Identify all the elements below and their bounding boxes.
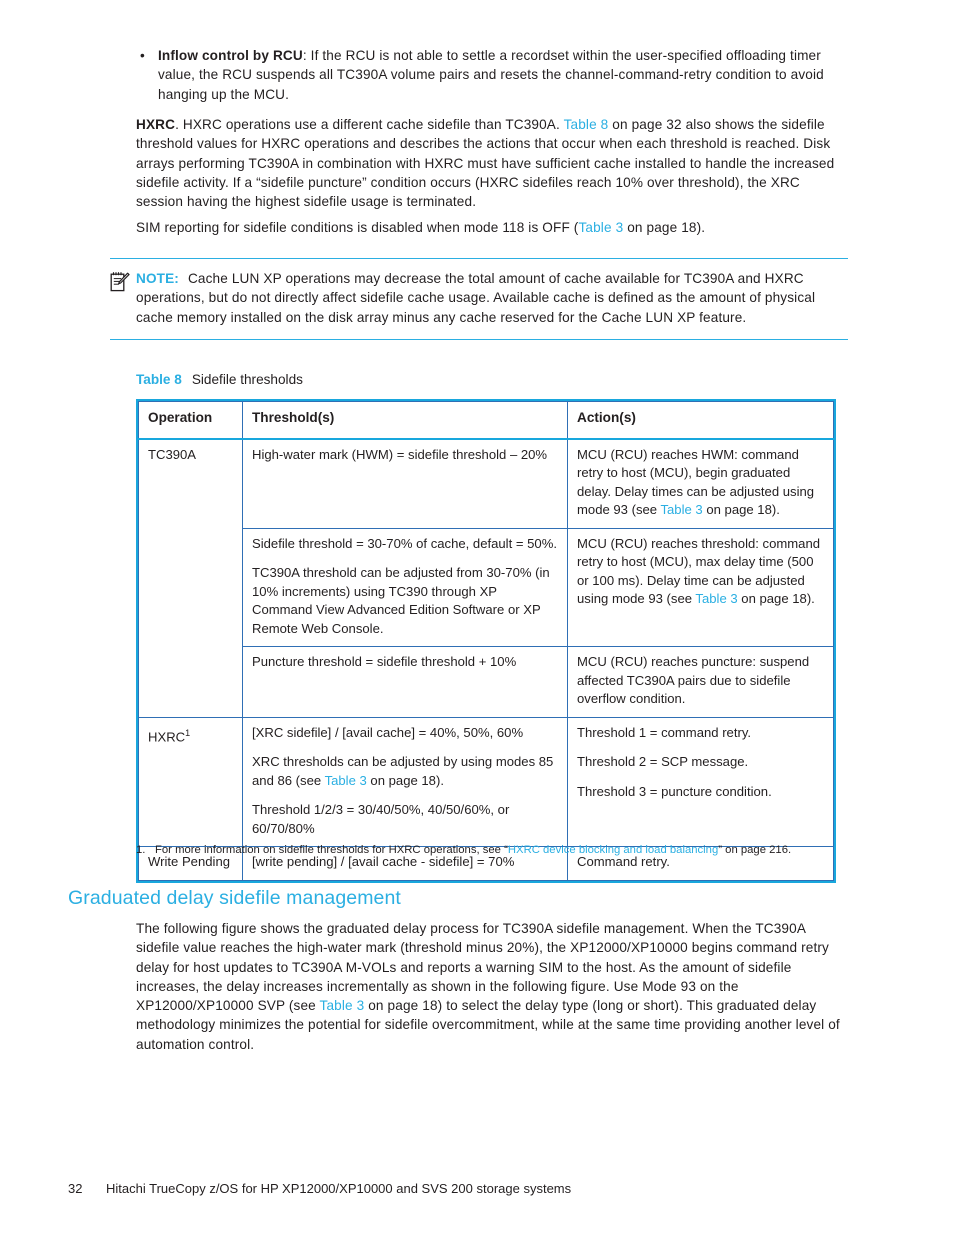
- column-header-actions: Action(s): [567, 401, 834, 440]
- threshold-paragraph: High-water mark (HWM) = sidefile thresho…: [252, 446, 548, 462]
- bullet-list: • Inflow control by RCU: If the RCU is n…: [136, 46, 848, 104]
- document-page: • Inflow control by RCU: If the RCU is n…: [0, 0, 954, 1235]
- table-caption-label: Table 8: [136, 372, 182, 387]
- table-row: Puncture threshold = sidefile threshold …: [139, 646, 834, 718]
- column-header-operation: Operation: [138, 401, 243, 440]
- action-paragraph: MCU (RCU) reaches HWM: command retry to …: [577, 446, 824, 520]
- cross-reference-link-table3-row1[interactable]: Table 3: [660, 502, 702, 517]
- threshold-paragraph: [XRC sidefile] / [avail cache] = 40%, 50…: [252, 724, 524, 740]
- page-number: 32: [68, 1181, 83, 1196]
- footnote-part2: ” on page 216.: [718, 844, 792, 856]
- threshold-paragraph: Threshold 1/2/3 = 30/40/50%, 40/50/60%, …: [252, 802, 510, 836]
- note-clipboard-icon: [110, 269, 136, 298]
- cell-threshold-sidefile: Sidefile threshold = 30-70% of cache, de…: [242, 527, 568, 647]
- bullet-marker: •: [140, 48, 145, 63]
- cell-operation-hxrc: HXRC1: [138, 716, 243, 847]
- cross-reference-link-table3-closing[interactable]: Table 3: [320, 998, 365, 1013]
- action-paragraph: MCU (RCU) reaches threshold: command ret…: [577, 535, 824, 609]
- threshold-paragraph: Sidefile threshold = 30-70% of cache, de…: [252, 535, 557, 551]
- table-header-row: Operation Threshold(s) Action(s): [138, 401, 834, 440]
- cell-action-puncture: MCU (RCU) reaches puncture: suspend affe…: [567, 646, 834, 718]
- cross-reference-link-hxrc-device-blocking[interactable]: HXRC device blocking and load balancing: [508, 844, 718, 856]
- section-heading: Graduated delay sidefile management: [68, 887, 401, 909]
- paragraph-graduated-delay: The following figure shows the graduated…: [136, 919, 848, 1054]
- note-content: NOTE: Cache LUN XP operations may decreas…: [136, 269, 848, 327]
- action-paragraph: Threshold 3 = puncture condition.: [577, 783, 772, 799]
- note-bottom-rule: [110, 338, 848, 340]
- table-row: Sidefile threshold = 30-70% of cache, de…: [139, 527, 834, 647]
- threshold-part2: on page 18).: [366, 772, 444, 788]
- threshold-paragraph: XRC thresholds can be adjusted by using …: [252, 753, 558, 790]
- hxrc-part1: . HXRC operations use a different cache …: [175, 117, 564, 132]
- page-footer: 32 Hitachi TrueCopy z/OS for HP XP12000/…: [68, 1181, 571, 1196]
- sim-part1: SIM reporting for sidefile conditions is…: [136, 220, 579, 235]
- paragraph-hxrc: HXRC. HXRC operations use a different ca…: [136, 115, 848, 211]
- footer-title: Hitachi TrueCopy z/OS for HP XP12000/XP1…: [106, 1181, 572, 1196]
- action-paragraph: Threshold 1 = command retry.: [577, 724, 752, 740]
- list-item: • Inflow control by RCU: If the RCU is n…: [136, 46, 848, 104]
- note-label: NOTE:: [136, 271, 179, 286]
- hxrc-lead-bold: HXRC: [136, 117, 176, 132]
- cell-action-hwm: MCU (RCU) reaches HWM: command retry to …: [567, 438, 834, 529]
- action-part2: on page 18).: [702, 502, 780, 517]
- column-header-thresholds: Threshold(s): [242, 401, 568, 440]
- cell-threshold-hxrc: [XRC sidefile] / [avail cache] = 40%, 50…: [242, 716, 568, 847]
- note-text: Cache LUN XP operations may decrease the…: [136, 271, 816, 325]
- action-paragraph: MCU (RCU) reaches puncture: suspend affe…: [577, 654, 810, 706]
- cross-reference-link-table3-sim[interactable]: Table 3: [578, 220, 623, 235]
- footnote-text: For more information on sidefile thresho…: [155, 843, 836, 858]
- footnote-marker[interactable]: 1: [185, 728, 190, 738]
- cell-action-threshold: MCU (RCU) reaches threshold: command ret…: [567, 527, 834, 647]
- table-caption: Table 8 Sidefile thresholds: [136, 372, 303, 387]
- sidefile-thresholds-table: Operation Threshold(s) Action(s) TC390A …: [136, 399, 836, 883]
- cross-reference-link-table3-hxrc[interactable]: Table 3: [325, 773, 367, 788]
- threshold-paragraph: Puncture threshold = sidefile threshold …: [252, 654, 517, 669]
- cell-threshold-hwm: High-water mark (HWM) = sidefile thresho…: [242, 438, 568, 529]
- cross-reference-link-table3-row2[interactable]: Table 3: [695, 591, 737, 606]
- table-caption-text: Sidefile thresholds: [191, 372, 303, 387]
- footnote-part1: For more information on sidefile thresho…: [155, 844, 508, 856]
- bullet-item-text: Inflow control by RCU: If the RCU is not…: [158, 46, 848, 104]
- table-row: HXRC1 [XRC sidefile] / [avail cache] = 4…: [138, 716, 834, 847]
- sim-part2: on page 18).: [623, 220, 706, 235]
- table-footnote: 1. For more information on sidefile thre…: [136, 843, 836, 858]
- cell-threshold-puncture: Puncture threshold = sidefile threshold …: [242, 646, 568, 718]
- cross-reference-link-table8[interactable]: Table 8: [564, 117, 609, 132]
- paragraph-sim: SIM reporting for sidefile conditions is…: [136, 218, 848, 237]
- action-paragraph: Threshold 2 = SCP message.: [577, 754, 749, 769]
- cell-operation-tc390a: TC390A: [138, 438, 243, 718]
- operation-label: HXRC: [148, 728, 186, 744]
- table-row: TC390A High-water mark (HWM) = sidefile …: [138, 438, 834, 718]
- footnote-number: 1.: [136, 844, 146, 856]
- action-part2: on page 18).: [737, 591, 815, 606]
- threshold-paragraph: TC390A threshold can be adjusted from 30…: [252, 565, 550, 636]
- cell-action-hxrc: Threshold 1 = command retry. Threshold 2…: [567, 716, 834, 847]
- note-body: NOTE: Cache LUN XP operations may decreas…: [110, 259, 848, 327]
- note-admonition: NOTE: Cache LUN XP operations may decreas…: [110, 258, 848, 340]
- bullet-lead-bold: Inflow control by RCU: [158, 48, 303, 63]
